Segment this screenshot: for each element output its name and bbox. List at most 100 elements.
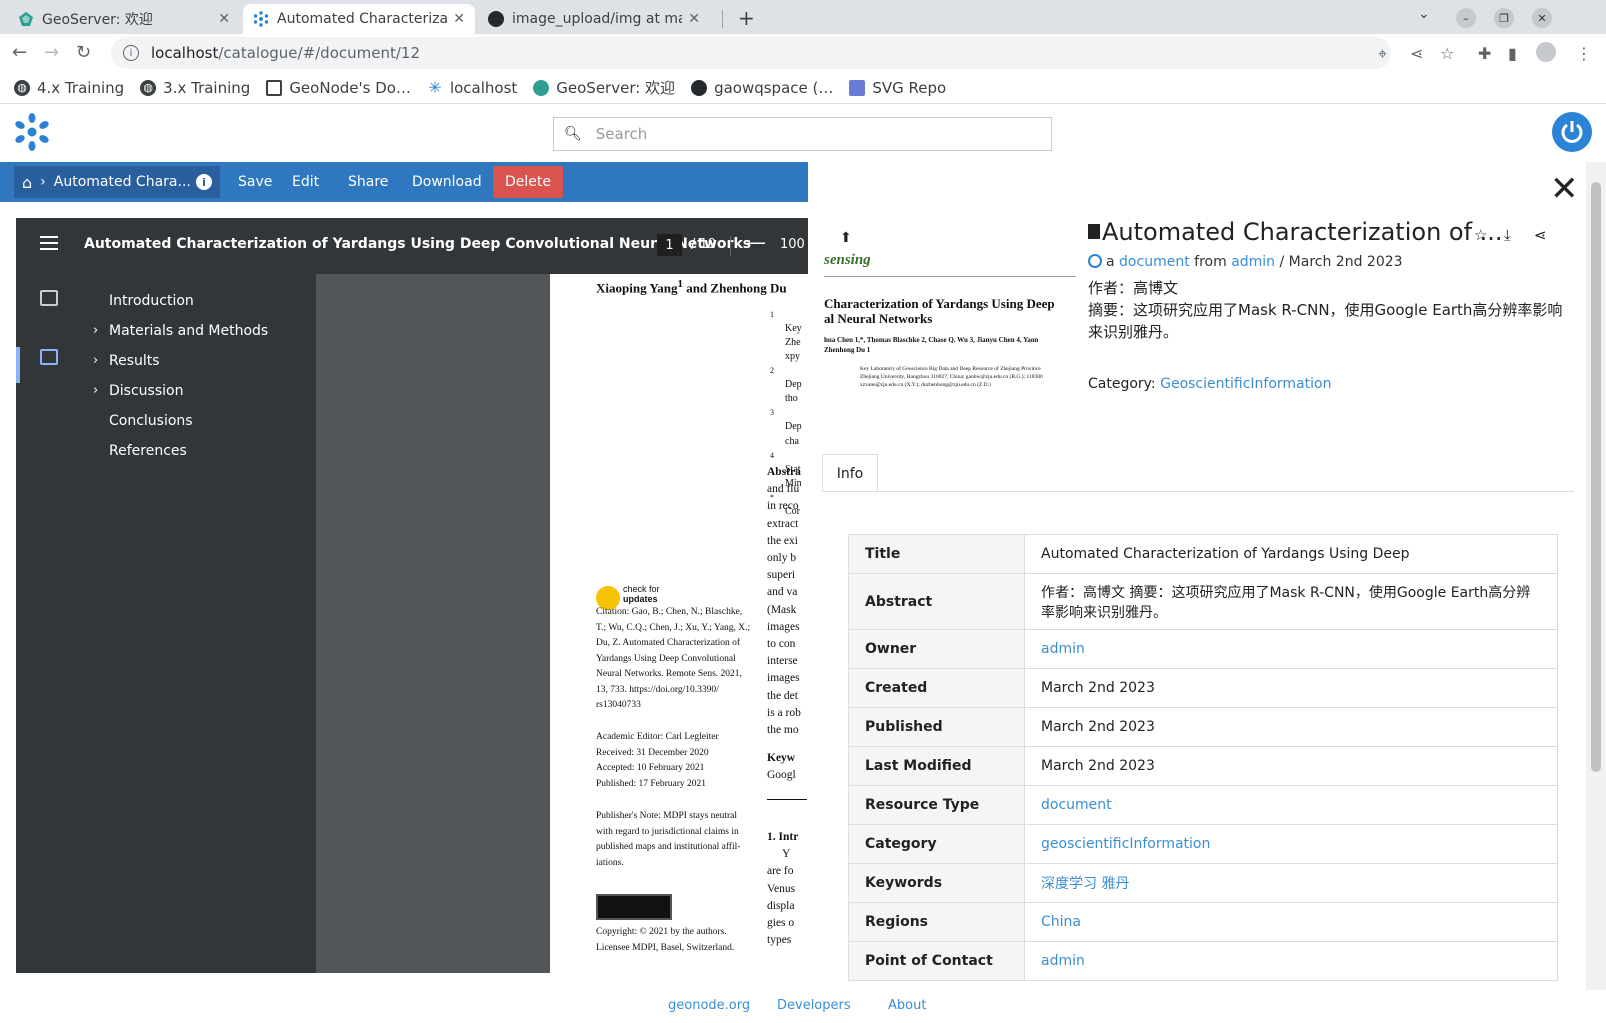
bookmark-geonode-docs[interactable]: GeoNode's Do… (266, 79, 411, 97)
download-button[interactable]: Download (400, 166, 494, 198)
new-tab-button[interactable]: + (738, 6, 755, 30)
hamburger-menu-icon[interactable] (40, 236, 58, 250)
chevron-right-icon[interactable]: › (93, 353, 98, 368)
outline-item-results[interactable]: › Results (93, 353, 160, 369)
tab-info[interactable]: Info (822, 454, 878, 492)
info-value[interactable]: document (1024, 785, 1558, 825)
bookmark-geoserver[interactable]: GeoServer: 欢迎 (533, 77, 675, 98)
category-link[interactable]: GeoscientificInformation (1160, 376, 1331, 392)
info-row: Published March 2nd 2023 (848, 707, 1558, 747)
user-menu-power-icon[interactable] (1552, 112, 1592, 152)
profile-avatar-icon[interactable] (1536, 42, 1556, 62)
more-menu-icon[interactable]: ⋮ (1576, 44, 1592, 63)
share-icon[interactable]: ⋖ (1534, 226, 1547, 244)
paper-line: Dep (785, 421, 802, 432)
thumbnails-icon[interactable] (40, 290, 58, 306)
favorite-star-icon[interactable]: ☆ (1474, 226, 1487, 244)
tab-underline (822, 491, 1574, 492)
bookmark-svg-repo[interactable]: SVG Repo (849, 79, 946, 97)
geonode-logo-icon[interactable] (12, 112, 52, 152)
search-icon: 🔍︎ (564, 126, 582, 142)
tab-search-chevron-icon[interactable]: ⌄ (1418, 6, 1430, 22)
paper-line: the mo (767, 724, 799, 736)
info-value[interactable]: admin (1024, 941, 1558, 981)
delete-button[interactable]: Delete (493, 166, 563, 198)
zoom-level[interactable]: 100 (780, 237, 805, 252)
paper-line: and flu (767, 483, 800, 496)
scrollbar-thumb[interactable] (1591, 182, 1601, 772)
close-tab-icon[interactable]: ✕ (688, 11, 700, 27)
paper-line: iations. (596, 857, 624, 868)
minimize-button[interactable]: – (1456, 8, 1476, 28)
panel-scrollbar[interactable] (1586, 162, 1606, 990)
forward-arrow-icon[interactable]: → (44, 42, 59, 63)
bookmark-star-icon[interactable]: ☆ (1440, 44, 1454, 63)
browser-tab-geonode[interactable]: Automated Characterizat ✕ (243, 4, 475, 34)
info-value[interactable]: geoscientificInformation (1024, 824, 1558, 864)
thumb-aff-2: Zhejiang University, Hangzhou 310027, Ch… (860, 374, 1043, 380)
save-button[interactable]: Save (226, 166, 284, 198)
resource-type-link[interactable]: document (1119, 254, 1190, 270)
share-button[interactable]: Share (336, 166, 400, 198)
paper-line: images (767, 620, 800, 633)
footer-link-developers[interactable]: Developers (777, 998, 851, 1013)
bookmark-label: gaowqspace (… (714, 78, 834, 97)
info-key: Resource Type (848, 785, 1025, 825)
bookmark-3x-training[interactable]: ◍ 3.x Training (140, 79, 250, 97)
page-number-input[interactable]: 1 (657, 234, 682, 256)
footer-link-geonode[interactable]: geonode.org (668, 998, 750, 1013)
outline-item-introduction[interactable]: Introduction (109, 293, 194, 309)
outline-label: Results (109, 353, 160, 369)
extensions-puzzle-icon[interactable]: ✚ (1478, 44, 1491, 63)
browser-tab-geoserver[interactable]: GeoServer: 欢迎 ✕ (8, 4, 240, 34)
outline-item-references[interactable]: References (109, 443, 187, 459)
info-value[interactable]: China (1024, 902, 1558, 942)
site-info-icon[interactable]: i (123, 45, 139, 61)
download-icon[interactable]: ⤓ (1504, 226, 1511, 244)
close-window-button[interactable]: ✕ (1532, 8, 1552, 28)
paper-line: cha (785, 436, 799, 447)
outline-item-conclusions[interactable]: Conclusions (109, 413, 193, 429)
info-value: 作者：高博文 摘要：这项研究应用了Mask R-CNN，使用Google Ear… (1024, 573, 1558, 630)
tab-title: GeoServer: 欢迎 (42, 12, 153, 28)
close-tab-icon[interactable]: ✕ (453, 11, 465, 27)
bookmark-github[interactable]: gaowqspace (… (691, 79, 833, 97)
zoom-out-button[interactable]: — (746, 230, 766, 254)
owner-link[interactable]: admin (1231, 254, 1275, 270)
info-value[interactable]: admin (1024, 629, 1558, 669)
reload-icon[interactable]: ↻ (76, 42, 91, 63)
paper-line: 3 (770, 408, 774, 417)
url-field[interactable]: i localhost/catalogue/#/document/12 (111, 37, 1391, 69)
search-input[interactable]: 🔍︎ Search (553, 117, 1052, 151)
info-icon[interactable]: i (196, 174, 212, 190)
edit-button[interactable]: Edit (280, 166, 331, 198)
bookmark-4x-training[interactable]: ◍ 4.x Training (14, 79, 124, 97)
chevron-right-icon[interactable]: › (93, 383, 98, 398)
side-panel-icon[interactable]: ▮ (1508, 44, 1517, 63)
check-text: check for (623, 584, 660, 594)
paper-line: 1 (770, 310, 774, 319)
outline-item-discussion[interactable]: › Discussion (93, 383, 183, 399)
share-icon[interactable]: ⋖ (1410, 44, 1423, 63)
close-panel-icon[interactable]: ✕ (1550, 172, 1579, 206)
chevron-right-icon[interactable]: › (93, 323, 98, 338)
outline-list-icon[interactable] (40, 349, 58, 365)
breadcrumb[interactable]: ⌂ › Automated Chara... i (14, 166, 220, 198)
footer-link-about[interactable]: About (888, 998, 926, 1013)
close-tab-icon[interactable]: ✕ (218, 11, 230, 27)
back-arrow-icon[interactable]: ← (12, 42, 27, 63)
paper-line: 1. Intr (767, 831, 799, 843)
bookmark-localhost[interactable]: ✳ localhost (427, 78, 517, 97)
paper-line: only b (767, 552, 797, 564)
restore-button[interactable]: ❐ (1494, 8, 1514, 28)
document-thumbnail[interactable]: sensing Characterization of Yardangs Usi… (824, 224, 1076, 410)
resource-meta-line: a document from admin / March 2nd 2023 (1088, 254, 1403, 270)
thumb-authors-2: Zhenhong Du 1 (824, 346, 871, 354)
browser-tab-github[interactable]: image_upload/img at mai ✕ (478, 4, 710, 34)
home-icon[interactable]: ⌂ (22, 173, 32, 192)
outline-item-materials[interactable]: › Materials and Methods (93, 323, 268, 339)
info-row: Regions China (848, 902, 1558, 942)
page-footer: geonode.org Developers About (0, 990, 1606, 1023)
location-pin-icon[interactable]: ⌖ (1378, 44, 1387, 64)
info-value[interactable]: 深度学习 雅丹 (1024, 863, 1558, 903)
